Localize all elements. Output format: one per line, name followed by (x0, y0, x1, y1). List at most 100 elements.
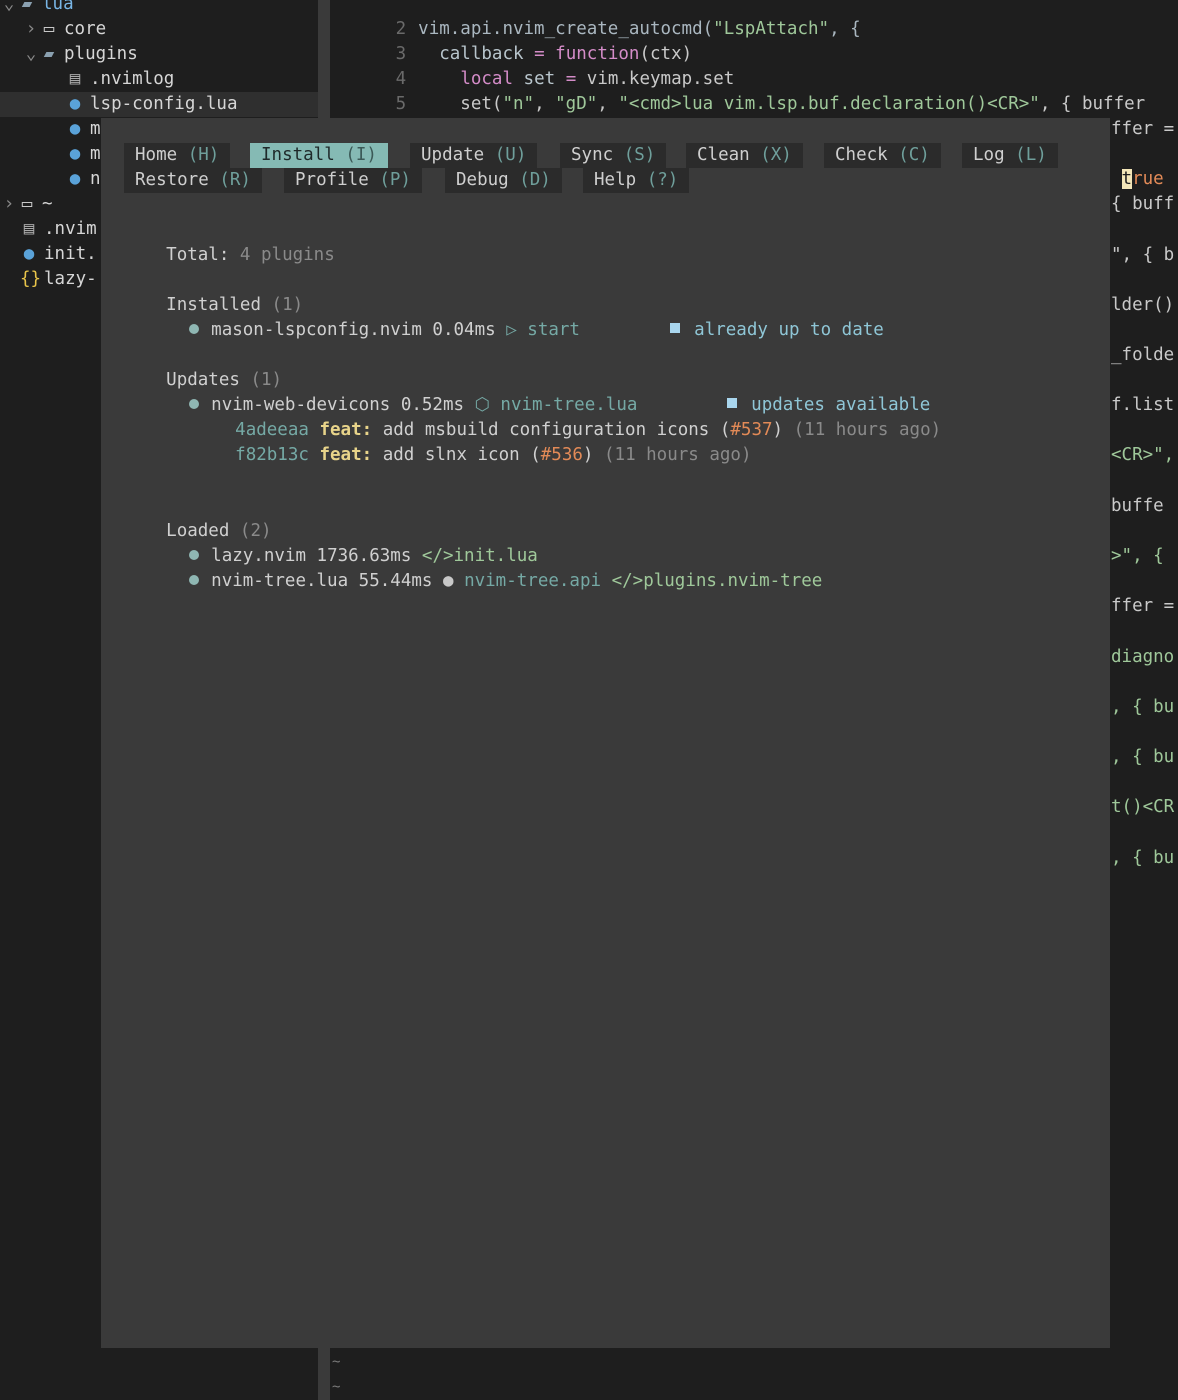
commit-age: (11 hours ago) (604, 445, 752, 465)
commit-message: add slnx icon ( (382, 445, 541, 465)
plugin-row[interactable]: nvim-tree.lua 55.44ms ● nvim-tree.api </… (147, 544, 822, 591)
section-updates-header: Updates (1) (124, 343, 282, 390)
text-cursor: t (1121, 169, 1133, 189)
tab-label: Profile (295, 170, 369, 190)
commit-type: feat: (319, 445, 373, 465)
editor-peek-line: , { bu (1111, 747, 1175, 767)
tree-item-plugins[interactable]: ⌄ ▰ plugins (0, 42, 318, 67)
plugin-source: plugins.nvim-tree (643, 571, 823, 591)
tree-item-label: n (90, 169, 101, 189)
lua-icon: ● (69, 169, 81, 189)
editor-peek-line: ffer = (1111, 596, 1175, 616)
bullet-icon (189, 575, 200, 585)
tab-bar-row-1: Home (H) Install (I) Update (U) Sync (S) Cle… (124, 143, 1084, 168)
tab-shortcut: (I) (345, 145, 377, 165)
tree-item-lua[interactable]: ⌄ ▰ lua (0, 0, 318, 17)
status-text: already up to date (694, 320, 884, 340)
editor-line: 4 local set = vim.keymap.set (330, 42, 735, 89)
tab-home[interactable]: Home (H) (124, 143, 231, 168)
total-line: Total: 4 plugins (124, 218, 335, 265)
tab-sync[interactable]: Sync (S) (560, 143, 667, 168)
tree-item-label: lua (42, 0, 74, 14)
plugin-api: nvim-tree.api (464, 571, 602, 591)
tab-label: Restore (135, 170, 209, 190)
folder-icon: ▭ (21, 194, 33, 214)
tab-shortcut: (U) (494, 145, 527, 165)
tree-item-label: core (64, 19, 107, 39)
tab-shortcut: (H) (187, 145, 220, 165)
chevron-down-icon[interactable]: ⌄ (0, 0, 18, 17)
json-icon: {} (20, 269, 42, 289)
tab-shortcut: (P) (379, 170, 411, 190)
tree-item-label: .nvimlog (90, 69, 175, 89)
commit-row[interactable]: 4adeeaa feat: add msbuild configuration … (193, 393, 941, 440)
tab-install[interactable]: Install (I) (250, 143, 388, 168)
tab-shortcut: (R) (219, 170, 251, 190)
bullet-icon (189, 324, 200, 334)
tab-restore[interactable]: Restore (R) (124, 168, 262, 193)
tree-item-label: init. (44, 244, 97, 264)
editor-peek-line: lder() (1111, 295, 1175, 315)
tab-shortcut: (S) (623, 145, 656, 165)
tree-item-label: lazy- (44, 269, 97, 289)
tree-item-core[interactable]: › ▭ core (0, 17, 318, 42)
tree-item-nvimlog[interactable]: ▤ .nvimlog (0, 67, 318, 92)
tree-item-label: lsp-config.lua (90, 94, 238, 114)
tab-clean[interactable]: Clean (X) (686, 143, 803, 168)
lua-icon: ● (69, 144, 81, 164)
tree-item-lsp-config-lua[interactable]: ● lsp-config.lua (0, 92, 318, 117)
tab-help[interactable]: Help (?) (583, 168, 690, 193)
editor-peek-line: ffer = (1111, 119, 1175, 139)
tree-item-label: ~ (42, 194, 53, 214)
plugin-row[interactable]: nvim-web-devicons 0.52ms ⬡ nvim-tree.lua (147, 368, 637, 415)
plugin-event: start (527, 320, 580, 340)
commit-pr: #536 (540, 445, 583, 465)
chevron-right-icon[interactable]: › (0, 192, 18, 217)
plugin-row[interactable]: mason-lspconfig.nvim 0.04ms ▷ start (147, 293, 580, 340)
total-value: 4 plugins (239, 245, 335, 265)
file-icon: ▤ (23, 219, 35, 239)
file-icon: ▤ (69, 69, 81, 89)
tab-label: Clean (697, 145, 750, 165)
editor-peek-line: , { bu (1111, 848, 1175, 868)
lazy-window[interactable]: Home (H) Install (I) Update (U) Sync (S) Cle… (101, 118, 1110, 1348)
chevron-down-icon[interactable]: ⌄ (22, 42, 40, 67)
lua-icon: ● (23, 244, 35, 264)
editor-peek-line: buffe (1111, 496, 1164, 516)
plugin-status: updates available (685, 368, 930, 415)
plugin-name: mason-lspconfig.nvim (211, 320, 422, 340)
tab-shortcut: (?) (646, 170, 679, 190)
tab-label: Home (135, 145, 178, 165)
editor-peek-line: f.list (1111, 395, 1175, 415)
editor-peek-line: <CR>", (1111, 445, 1175, 465)
tab-shortcut: (L) (1015, 145, 1047, 165)
tab-bar-row-2: Restore (R) Profile (P) Debug (D) Help (?) (124, 168, 1084, 193)
square-icon (670, 323, 681, 333)
tab-update[interactable]: Update (U) (410, 143, 538, 168)
editor-peek-line: _folde (1111, 345, 1175, 365)
folder-open-icon: ▰ (43, 44, 55, 64)
tab-profile[interactable]: Profile (P) (284, 168, 422, 193)
tab-label: Sync (571, 145, 614, 165)
editor-peek-line: diagno (1111, 647, 1175, 667)
tab-log[interactable]: Log (L) (962, 143, 1058, 168)
plugin-row[interactable]: lazy.nvim 1736.63ms </>init.lua (147, 519, 538, 566)
tab-debug[interactable]: Debug (D) (445, 168, 562, 193)
chevron-right-icon[interactable]: › (22, 17, 40, 42)
commit-message-end: ) (772, 420, 784, 440)
editor-line: 5 set("n", "gD", "<cmd>lua vim.lsp.buf.d… (330, 67, 1146, 114)
editor-peek-line: ", { b (1111, 245, 1175, 265)
tab-shortcut: (D) (519, 170, 551, 190)
tab-check[interactable]: Check (C) (824, 143, 941, 168)
editor-line: }) (330, 92, 460, 139)
total-label: Total: (166, 245, 230, 265)
folder-open-icon: ▰ (21, 0, 33, 14)
commit-message-end: ) (582, 445, 594, 465)
section-loaded-header: Loaded (2) (124, 494, 271, 541)
section-installed-header: Installed (1) (124, 268, 303, 315)
commit-hash: f82b13c (235, 445, 309, 465)
commit-row[interactable]: f82b13c feat: add slnx icon (#536) (11 h… (193, 418, 751, 465)
lua-icon: ● (69, 94, 81, 114)
lua-icon: ● (442, 571, 454, 591)
tilde-line: ~ (332, 1379, 341, 1395)
